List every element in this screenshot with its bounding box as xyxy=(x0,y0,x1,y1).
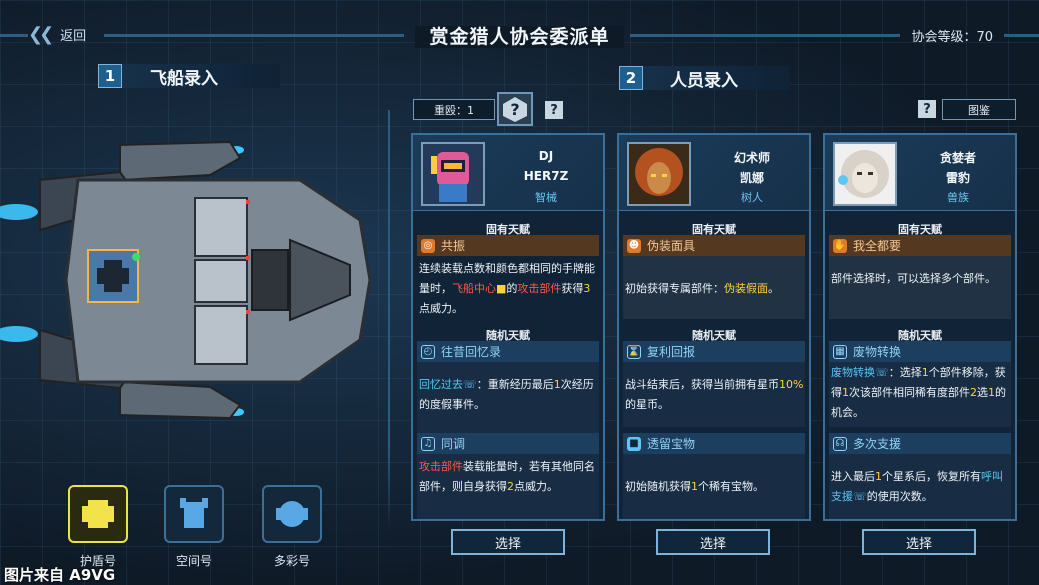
ship-option-label: 空间号 xyxy=(175,554,212,568)
robot-portrait-icon xyxy=(423,144,483,204)
talent-description: 回忆过去☏：重新经历最后1次经历的度假事件。 xyxy=(419,378,594,411)
headset-icon: ☊ xyxy=(833,436,847,451)
music-note-icon: ♫ xyxy=(421,436,435,451)
crew-race: 兽族 xyxy=(947,191,969,204)
inherent-talent-title: ◎ 共振 xyxy=(417,235,599,256)
ship-section-header: 飞船录入 xyxy=(110,64,280,89)
crew-portrait-kaina xyxy=(627,142,691,206)
talent-description: 战斗结束后，获得当前拥有星币10%的星币。 xyxy=(625,378,804,411)
crew-section-label: 人员录入 xyxy=(670,70,738,91)
compound-interest-icon: ⌛ xyxy=(627,344,641,359)
talent-description: 初始随机获得1个稀有宝物。 xyxy=(625,480,764,493)
lion-portrait-icon xyxy=(835,144,895,204)
guild-level: 协会等级：70 xyxy=(911,30,993,45)
ship-option-shield[interactable] xyxy=(68,485,128,543)
talent-name: 废物转换 xyxy=(853,345,902,359)
random-talent-title: ■ 透留宝物 xyxy=(623,433,805,454)
select-button[interactable]: 选择 xyxy=(656,529,770,555)
talent-name: 透留宝物 xyxy=(647,437,696,451)
help-icon[interactable]: ? xyxy=(918,100,936,118)
source-watermark: 图片来自 A9VG xyxy=(4,566,116,584)
crew-name: 雷豹 xyxy=(945,171,970,185)
crew-title: DJ xyxy=(538,149,554,163)
help-icon[interactable]: ? xyxy=(545,101,563,119)
talent-description: 初始获得专属部件：伪装假面。 xyxy=(625,282,779,295)
talent-description: 部件选择时，可以选择多个部件。 xyxy=(831,272,996,285)
ship-illustration xyxy=(0,140,372,420)
ship-option-space[interactable] xyxy=(164,485,224,543)
clock-icon: ◴ xyxy=(421,344,435,359)
talent-name: 多次支援 xyxy=(853,437,902,451)
crew-portrait-dj-herz xyxy=(421,142,485,206)
recycle-grid-icon: ▦ xyxy=(833,344,847,359)
inherent-talent-title: ☻ 伪装面具 xyxy=(623,235,805,256)
crew-title: 幻术师 xyxy=(733,151,770,165)
crew-card: DJ HER7Z 智械 固有天赋 ◎ 共振 连续装载点数和颜色都相同的手牌能量时… xyxy=(411,133,605,521)
inherent-talent-title: ✋ 我全都要 xyxy=(829,235,1011,256)
grab-hand-icon: ✋ xyxy=(833,238,847,253)
talent-description: 进入最后1个星系后，恢复所有呼叫支援☏的使用次数。 xyxy=(831,470,1003,503)
random-talent-title: ▦ 废物转换 xyxy=(829,341,1011,362)
mask-icon: ☻ xyxy=(627,238,641,253)
talent-name: 共振 xyxy=(441,239,466,253)
ship-option-label: 多彩号 xyxy=(273,554,310,568)
talent-description: 连续装载点数和颜色都相同的手牌能量时，飞船中心■的攻击部件获得3点威力。 xyxy=(419,262,595,315)
ship-section-label: 飞船录入 xyxy=(150,68,218,89)
talent-description: 废物转换☏：选择1个部件移除，获得1次该部件相同稀有度部件2选1的机会。 xyxy=(831,366,1006,419)
crew-race: 智械 xyxy=(535,191,557,204)
talent-name: 我全都要 xyxy=(853,239,902,253)
ship-section-number: 1 xyxy=(98,64,122,88)
difficulty-badge[interactable]: ? xyxy=(497,92,533,126)
random-talent-title: ♫ 同调 xyxy=(417,433,599,454)
talent-name: 复利回报 xyxy=(647,345,696,359)
random-talent-title: ◴ 往昔回忆录 xyxy=(417,341,599,362)
crew-portrait-leibao xyxy=(833,142,897,206)
treant-portrait-icon xyxy=(629,144,689,204)
talent-description: 攻击部件装载能量时，若有其他同名部件，则自身获得2点威力。 xyxy=(419,460,595,493)
difficulty-indicator[interactable]: 重殴：1 xyxy=(413,99,495,120)
svg-text:?: ? xyxy=(510,100,519,119)
select-button[interactable]: 选择 xyxy=(451,529,565,555)
warning-hexagon-icon: ? xyxy=(503,97,527,122)
resonance-icon: ◎ xyxy=(421,238,435,253)
talent-name: 伪装面具 xyxy=(647,239,696,253)
page-title: 赏金猎人协会委派单 xyxy=(0,22,1039,49)
talent-name: 同调 xyxy=(441,437,466,451)
crew-card: 幻术师 凯娜 树人 固有天赋 ☻ 伪装面具 初始获得专属部件：伪装假面。 随机天… xyxy=(617,133,811,521)
space-ship-icon xyxy=(180,498,208,528)
talent-name: 往昔回忆录 xyxy=(441,345,502,359)
crew-section-number: 2 xyxy=(619,66,643,90)
crew-section-header: 人员录入 xyxy=(630,66,790,91)
ship-option-colorful[interactable] xyxy=(262,485,322,543)
random-talent-title: ☊ 多次支援 xyxy=(829,433,1011,454)
crew-title: 贪婪者 xyxy=(939,151,976,165)
treasure-cube-icon: ■ xyxy=(627,436,641,451)
crew-race: 树人 xyxy=(741,191,763,204)
codex-button[interactable]: 图鉴 xyxy=(942,99,1016,120)
shield-ship-icon xyxy=(82,500,114,528)
crew-card: 贪婪者 雷豹 兽族 固有天赋 ✋ 我全都要 部件选择时，可以选择多个部件。 随机… xyxy=(823,133,1017,521)
random-talent-title: ⌛ 复利回报 xyxy=(623,341,805,362)
crew-name: 凯娜 xyxy=(739,171,764,185)
select-button[interactable]: 选择 xyxy=(862,529,976,555)
crew-name: HER7Z xyxy=(523,169,569,183)
colorful-ship-icon xyxy=(276,501,308,527)
